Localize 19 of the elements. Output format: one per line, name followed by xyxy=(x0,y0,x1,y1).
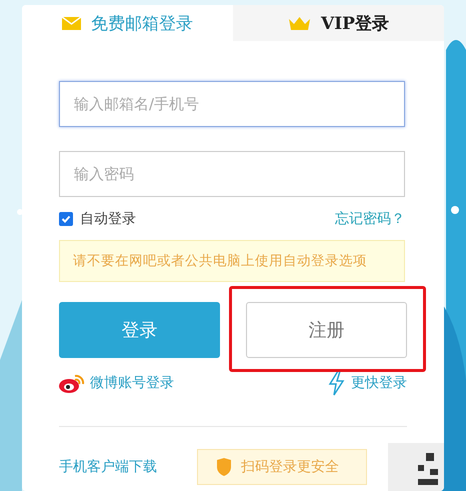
weibo-icon xyxy=(59,372,85,394)
password-field[interactable]: 输入密码 xyxy=(59,151,405,197)
login-tab[interactable]: VIP登录 xyxy=(233,5,444,41)
forgot-password-link[interactable]: 忘记密码？ xyxy=(335,210,405,228)
crown-icon xyxy=(288,16,312,30)
shield-icon xyxy=(216,458,232,476)
lightning-icon xyxy=(328,370,346,396)
envelope-icon xyxy=(62,16,81,30)
login-button[interactable]: 登录 xyxy=(59,302,220,358)
qr-tip-text: 扫码登录更安全 xyxy=(241,458,339,476)
qr-code-icon[interactable] xyxy=(388,443,444,491)
checkbox[interactable] xyxy=(59,212,73,226)
register-button[interactable]: 注册 xyxy=(246,302,407,358)
auto-login-label: 自动登录 xyxy=(80,210,136,228)
alt-login-link[interactable]: 更快登录 xyxy=(328,370,407,396)
download-link[interactable]: 手机客户端下载 xyxy=(59,458,157,476)
warning-message: 请不要在网吧或者公共电脑上使用自动登录选项 xyxy=(59,240,405,282)
alt-login-link[interactable]: 微博账号登录 xyxy=(59,370,174,396)
email-field[interactable]: 输入邮箱名/手机号 xyxy=(59,81,405,127)
